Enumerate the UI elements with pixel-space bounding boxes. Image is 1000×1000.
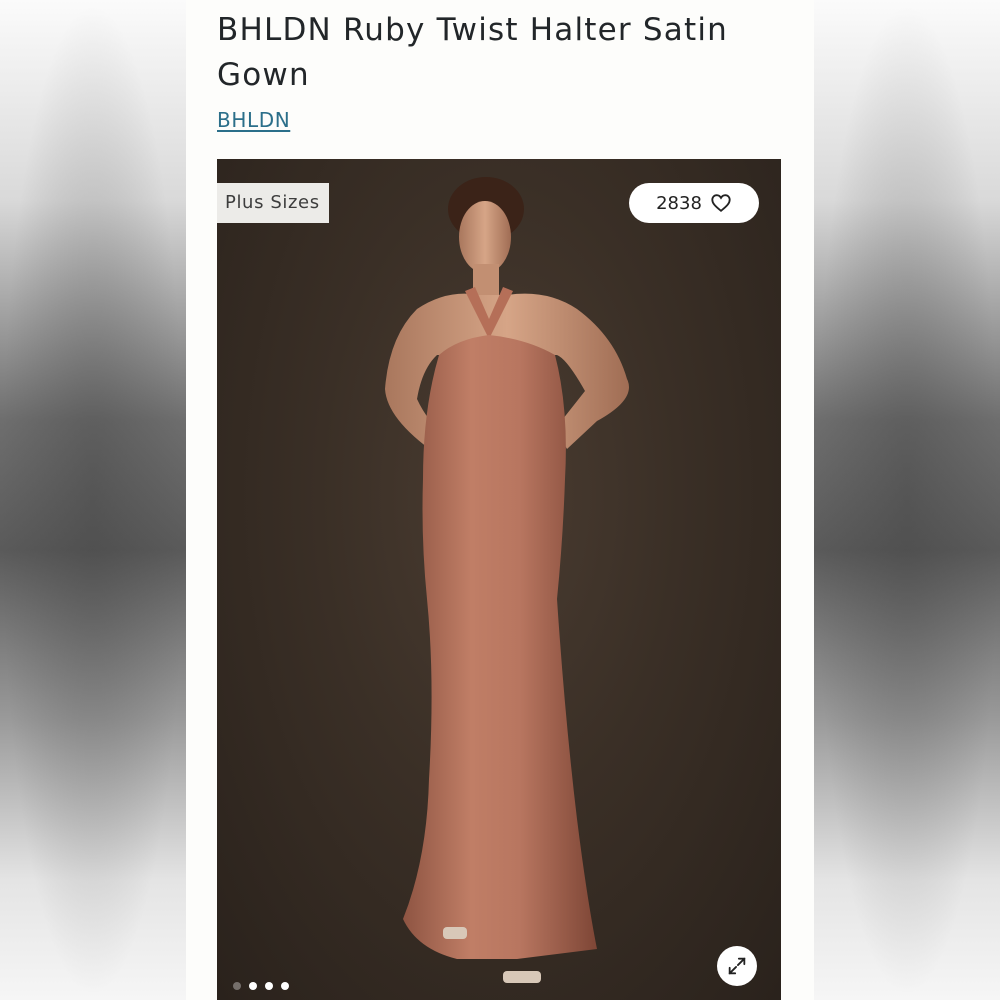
carousel-dot[interactable] — [265, 982, 273, 990]
expand-icon — [728, 957, 746, 975]
product-photo — [385, 177, 629, 983]
right-backdrop-blur — [814, 0, 1000, 1000]
carousel-indicators — [233, 982, 289, 990]
plus-sizes-badge: Plus Sizes — [217, 183, 329, 223]
heart-icon — [711, 194, 731, 212]
brand-link[interactable]: BHLDN — [217, 108, 290, 132]
expand-image-button[interactable] — [717, 946, 757, 986]
left-backdrop-blur — [0, 0, 186, 1000]
carousel-dot[interactable] — [233, 982, 241, 990]
carousel-dot[interactable] — [249, 982, 257, 990]
product-image-gallery[interactable]: Plus Sizes 2838 — [217, 159, 781, 1000]
product-title: BHLDN Ruby Twist Halter Satin Gown — [217, 12, 729, 93]
like-count: 2838 — [656, 192, 702, 214]
product-page: BHLDN Ruby Twist Halter Satin Gown BHLDN — [186, 0, 814, 1000]
carousel-dot[interactable] — [281, 982, 289, 990]
like-button[interactable]: 2838 — [629, 183, 759, 223]
